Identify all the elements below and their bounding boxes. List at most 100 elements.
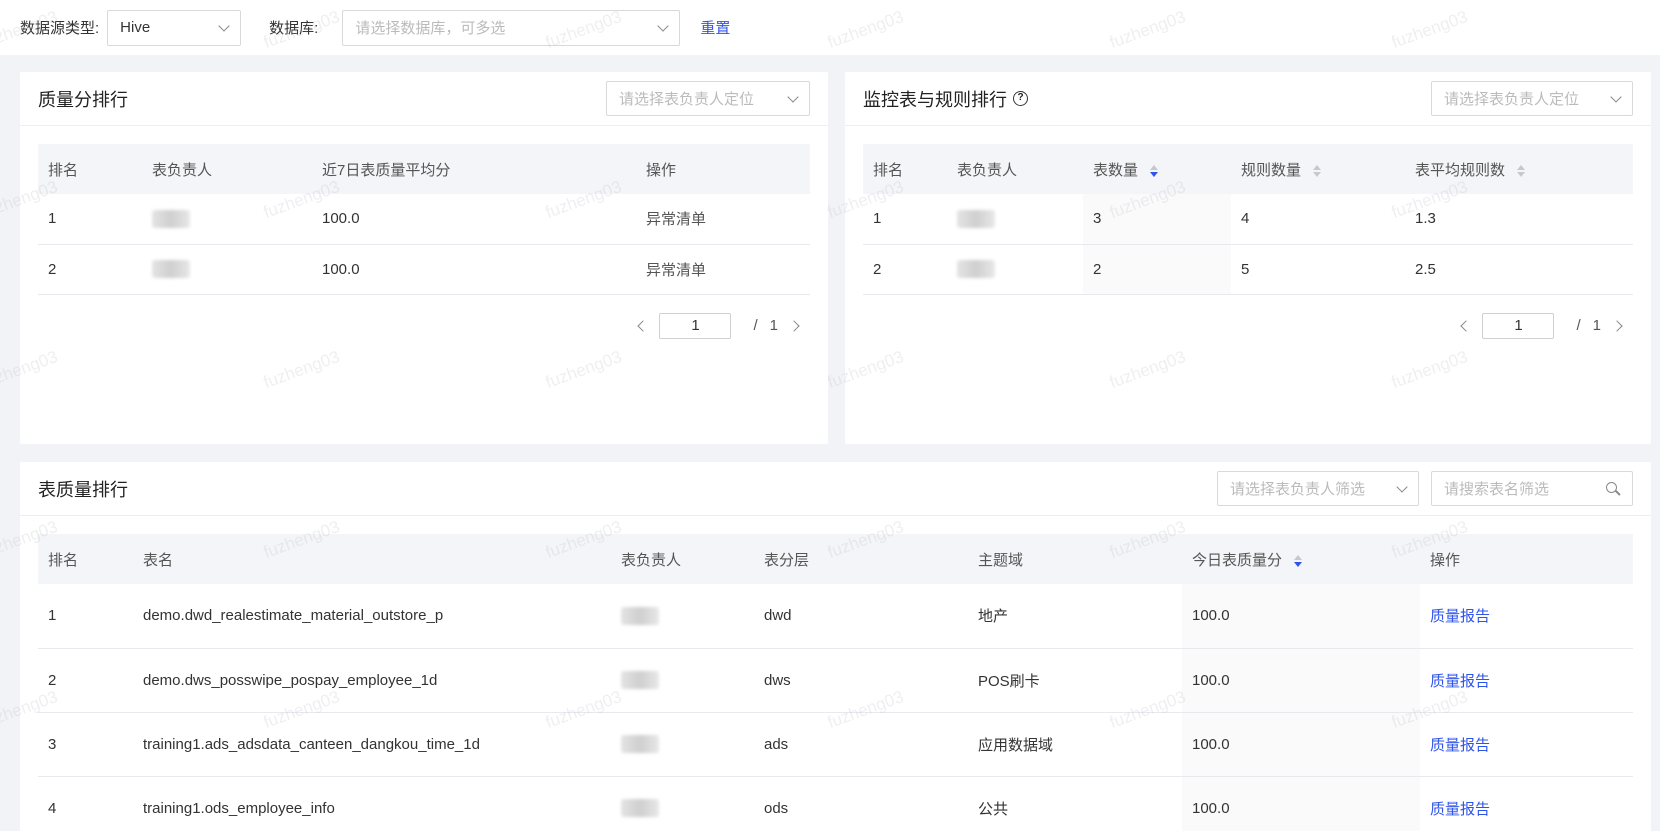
col-rule-count[interactable]: 规则数量 <box>1231 144 1405 194</box>
monitor-owner-select[interactable]: 请选择表负责人定位 <box>1431 81 1633 116</box>
table-name-search[interactable]: 请搜索表名筛选 <box>1431 471 1633 506</box>
monitor-rank-title: 监控表与规则排行 <box>863 89 1007 110</box>
chevron-down-icon <box>657 19 670 32</box>
col-owner: 表负责人 <box>947 144 1083 194</box>
layer-cell: dws <box>754 648 968 713</box>
table-count-cell: 2 <box>1083 244 1231 295</box>
col-action: 操作 <box>636 144 810 194</box>
score-cell: 100.0 <box>1182 776 1420 831</box>
search-icon[interactable] <box>1606 481 1620 496</box>
help-icon[interactable]: ? <box>1013 91 1028 106</box>
source-type-label: 数据源类型: <box>20 20 100 37</box>
monitor-rank-table: 排名 表负责人 表数量 规则数量 表平均规则数 1 3 4 1.3 2 2 5 … <box>863 144 1633 295</box>
avatar <box>957 209 995 228</box>
chevron-down-icon <box>218 19 230 32</box>
rule-count-cell: 4 <box>1231 194 1405 245</box>
owner-cell <box>142 194 312 245</box>
table-name-cell: demo.dws_posswipe_pospay_employee_1d <box>133 648 611 713</box>
owner-cell <box>611 776 754 831</box>
owner-cell <box>611 648 754 713</box>
sort-icon[interactable] <box>1150 164 1159 177</box>
monitor-owner-placeholder: 请选择表负责人定位 <box>1444 91 1580 108</box>
source-type-value: Hive <box>120 19 151 36</box>
quality-owner-select[interactable]: 请选择表负责人定位 <box>606 81 810 116</box>
score-cell: 100.0 <box>1182 648 1420 713</box>
avatar <box>957 260 995 279</box>
col-domain: 主题域 <box>968 534 1182 584</box>
col-table-count[interactable]: 表数量 <box>1083 144 1231 194</box>
avatar <box>621 606 659 625</box>
table-row: 3 training1.ads_adsdata_canteen_dangkou_… <box>38 712 1633 777</box>
chevron-down-icon <box>787 90 799 103</box>
sort-icon[interactable] <box>1294 554 1303 567</box>
owner-cell <box>142 244 312 295</box>
quality-report-link[interactable]: 质量报告 <box>1420 584 1633 649</box>
monitor-pager: 1 / 1 <box>863 312 1633 339</box>
quality-owner-placeholder: 请选择表负责人定位 <box>619 91 755 108</box>
owner-cell <box>611 712 754 777</box>
exception-list-link[interactable]: 异常清单 <box>636 194 810 245</box>
table-name-cell: demo.dwd_realestimate_material_outstore_… <box>133 584 611 649</box>
domain-cell: 地产 <box>968 584 1182 649</box>
chevron-right-icon[interactable] <box>788 319 800 332</box>
table-row: 1 3 4 1.3 <box>863 194 1633 245</box>
rank-cell: 1 <box>38 194 142 245</box>
monitor-rank-header: 监控表与规则排行 ? 请选择表负责人定位 <box>845 72 1651 126</box>
col-today-score[interactable]: 今日表质量分 <box>1182 534 1420 584</box>
database-select[interactable]: 请选择数据库，可多选 <box>342 9 681 46</box>
col-owner: 表负责人 <box>142 144 312 194</box>
table-row: 2 demo.dws_posswipe_pospay_employee_1d d… <box>38 648 1633 713</box>
col-avg-rules[interactable]: 表平均规则数 <box>1405 144 1633 194</box>
chevron-left-icon[interactable] <box>1460 319 1473 332</box>
quality-report-link[interactable]: 质量报告 <box>1420 648 1633 713</box>
table-owner-filter[interactable]: 请选择表负责人筛选 <box>1217 471 1419 506</box>
quality-rank-header: 质量分排行 请选择表负责人定位 <box>20 72 828 126</box>
table-rank-title: 表质量排行 <box>38 479 128 500</box>
col-owner: 表负责人 <box>611 534 754 584</box>
quality-rank-card: 质量分排行 请选择表负责人定位 排名 表负责人 近7日表质量平均分 操作 1 1… <box>20 72 828 444</box>
reset-button[interactable]: 重置 <box>700 17 730 38</box>
filter-bar: 数据源类型: Hive 数据库: 请选择数据库，可多选 重置 <box>0 0 1660 55</box>
table-row: 2 2 5 2.5 <box>863 244 1633 295</box>
sort-icon[interactable] <box>1313 164 1322 177</box>
avatar <box>152 260 190 279</box>
quality-rank-table: 排名 表负责人 近7日表质量平均分 操作 1 100.0 异常清单 2 100.… <box>38 144 810 295</box>
exception-list-link[interactable]: 异常清单 <box>636 244 810 295</box>
avg-rules-cell: 1.3 <box>1405 194 1633 245</box>
avatar <box>621 799 659 818</box>
quality-report-link[interactable]: 质量报告 <box>1420 712 1633 777</box>
domain-cell: 公共 <box>968 776 1182 831</box>
rank-cell: 1 <box>38 584 133 649</box>
layer-cell: ads <box>754 712 968 777</box>
chevron-right-icon[interactable] <box>1611 319 1623 332</box>
rank-cell: 4 <box>38 776 133 831</box>
chevron-down-icon <box>1396 480 1408 493</box>
layer-cell: ods <box>754 776 968 831</box>
database-placeholder: 请选择数据库，可多选 <box>355 20 506 37</box>
chevron-left-icon[interactable] <box>637 319 650 332</box>
sort-icon[interactable] <box>1517 164 1526 177</box>
avatar <box>621 671 659 690</box>
monitor-rank-card: 监控表与规则排行 ? 请选择表负责人定位 排名 表负责人 表数量 规则数量 表平… <box>845 72 1651 444</box>
page-input[interactable]: 1 <box>1482 312 1555 339</box>
score-cell: 100.0 <box>312 194 636 245</box>
domain-cell: POS刷卡 <box>968 648 1182 713</box>
table-rank-card: 表质量排行 请选择表负责人筛选 请搜索表名筛选 排名 表名 表负责人 表分层 主… <box>20 462 1651 831</box>
col-rank: 排名 <box>38 534 133 584</box>
rank-cell: 2 <box>38 648 133 713</box>
chevron-down-icon <box>1610 90 1622 103</box>
source-type-select[interactable]: Hive <box>107 9 242 46</box>
rank-cell: 2 <box>863 244 947 295</box>
col-rank: 排名 <box>863 144 947 194</box>
avatar <box>152 209 190 228</box>
table-row: 1 100.0 异常清单 <box>38 194 810 245</box>
table-name-cell: training1.ads_adsdata_canteen_dangkou_ti… <box>133 712 611 777</box>
domain-cell: 应用数据域 <box>968 712 1182 777</box>
quality-pager: 1 / 1 <box>38 312 810 339</box>
score-cell: 100.0 <box>1182 584 1420 649</box>
total-pages: 1 <box>769 317 778 334</box>
table-row: 2 100.0 异常清单 <box>38 244 810 295</box>
total-pages: 1 <box>1592 317 1601 334</box>
quality-report-link[interactable]: 质量报告 <box>1420 776 1633 831</box>
page-input[interactable]: 1 <box>659 312 732 339</box>
